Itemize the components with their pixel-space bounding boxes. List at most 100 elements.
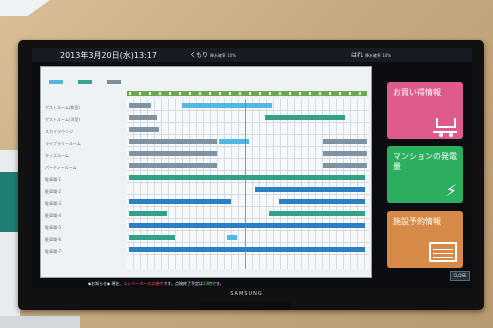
reservation-bar[interactable] — [129, 199, 231, 204]
current-time-line — [245, 99, 246, 269]
reservation-bar[interactable] — [279, 199, 365, 204]
timeline-tick — [169, 92, 171, 95]
reservation-bar[interactable] — [129, 235, 175, 240]
grid-line — [127, 230, 369, 231]
time-ruler — [127, 91, 367, 96]
grid-line — [127, 134, 369, 135]
grid-line — [127, 242, 369, 243]
timeline-tick — [189, 92, 191, 95]
timeline-tick — [199, 92, 201, 95]
reservation-bar[interactable] — [129, 103, 151, 108]
row-label-kids: キッズルーム — [45, 153, 69, 158]
timeline-tick — [239, 92, 241, 95]
notice-middle: です。点検終了予定は — [163, 281, 203, 286]
timeline-tick — [159, 92, 161, 95]
notice-prefix: ◆お知らせ◆ 現在、 — [88, 281, 124, 286]
row-label-parking-2: 駐車場-2 — [45, 189, 61, 194]
grid-line — [127, 194, 369, 195]
reservation-bar[interactable] — [323, 163, 367, 168]
row-label-sky-lounge: スカイラウンジ — [45, 129, 73, 134]
row-label-parking-6: 駐車場-6 — [45, 237, 61, 242]
grid-line — [127, 158, 369, 159]
timeline-tick — [349, 92, 351, 95]
timeline-tick — [329, 92, 331, 95]
grid-line — [127, 206, 369, 207]
bottom-background-strip — [0, 316, 80, 328]
reservation-bar[interactable] — [323, 151, 367, 156]
reservation-bar[interactable] — [129, 127, 159, 132]
display-bezel-bottom — [200, 301, 290, 310]
shopping-info-tile[interactable]: お買い得情報 — [387, 82, 463, 139]
timeline-tick — [319, 92, 321, 95]
reservation-bar[interactable] — [269, 211, 365, 216]
shopping-info-label: お買い得情報 — [393, 88, 441, 97]
timeline-tick — [309, 92, 311, 95]
row-label-parking-5: 駐車場-5 — [45, 225, 61, 230]
reservation-bar[interactable] — [129, 223, 365, 228]
timeline-tick — [339, 92, 341, 95]
grid-line — [127, 110, 369, 111]
timeline-tick — [269, 92, 271, 95]
notice-time: 13時 — [202, 281, 213, 286]
date-time: 2013年3月20日(水)13:17 — [60, 51, 157, 60]
reservation-bar[interactable] — [129, 115, 157, 120]
notice-suffix: です。 — [212, 281, 224, 286]
power-generation-tile[interactable]: マンションの発電量 — [387, 146, 463, 203]
schedule-grid — [127, 99, 369, 269]
reservation-bar[interactable] — [129, 175, 365, 180]
power-generation-label: マンションの発電量 — [393, 152, 457, 171]
row-label-parking-3: 駐車場-3 — [45, 201, 61, 206]
grid-line — [127, 218, 369, 219]
notice-ticker: ◆お知らせ◆ 現在、エレベーターの点検中です。点検終了予定は13時です。 — [88, 280, 388, 288]
reservation-bar[interactable] — [129, 139, 217, 144]
grid-line — [127, 254, 369, 255]
weather-left-precip: 降水確率 10% — [209, 53, 237, 58]
legend-gray — [107, 79, 122, 84]
legend-teal — [78, 79, 93, 84]
weather-left-label: くもり — [190, 52, 209, 59]
row-label-guest-western: ゲストルーム(洋室) — [45, 117, 81, 122]
timeline-tick — [359, 92, 361, 95]
reservation-bar[interactable] — [323, 139, 367, 144]
notice-highlight: エレベーターの点検中 — [123, 281, 164, 286]
grid-line — [127, 122, 369, 123]
timeline-tick — [229, 92, 231, 95]
cart-icon — [433, 115, 457, 137]
row-label-parking-1: 駐車場-1 — [45, 177, 61, 182]
timeline-tick — [299, 92, 301, 95]
row-label-library: ライブラリールーム — [45, 141, 81, 146]
reservation-bar[interactable] — [129, 151, 217, 156]
status-bar: 2013年3月20日(水)13:17 くもり 降水確率 10% はれ 降水確率 … — [32, 48, 472, 62]
weather-right: はれ 降水確率 10% — [351, 50, 391, 59]
grid-line — [127, 146, 369, 147]
calendar-icon — [429, 242, 457, 262]
left-background-object — [0, 150, 20, 328]
weather-right-label: はれ — [351, 52, 364, 59]
reservation-info-tile[interactable]: 施設予約情報 — [387, 211, 463, 268]
row-label-party: パーティールーム — [45, 165, 77, 170]
timeline-tick — [179, 92, 181, 95]
brand-label: SAMSUNG — [230, 291, 263, 297]
reservation-bar[interactable] — [129, 211, 167, 216]
reservation-schedule-panel: ゲストルーム(和室) ゲストルーム(洋室) スカイラウンジ ライブラリールーム … — [40, 66, 372, 278]
reservation-bar[interactable] — [182, 103, 272, 108]
reservation-bar[interactable] — [227, 235, 237, 240]
reservation-bar[interactable] — [129, 163, 217, 168]
grid-line — [127, 182, 369, 183]
timeline-tick — [279, 92, 281, 95]
grid-line — [127, 170, 369, 171]
row-label-guest-japanese: ゲストルーム(和室) — [45, 105, 81, 110]
row-label-parking-7: 駐車場-7 — [45, 249, 61, 254]
reservation-bar[interactable] — [265, 115, 345, 120]
reservation-bar[interactable] — [255, 187, 365, 192]
weather-right-precip: 降水確率 10% — [364, 53, 392, 58]
timeline-tick — [249, 92, 251, 95]
reservation-bar[interactable] — [129, 247, 365, 252]
timeline-tick — [219, 92, 221, 95]
legend-blue — [49, 79, 63, 84]
lightning-icon — [433, 181, 457, 199]
timeline-tick — [209, 92, 211, 95]
reservation-info-label: 施設予約情報 — [393, 217, 441, 226]
close-button[interactable]: CLOSE — [450, 271, 470, 281]
timeline-tick — [149, 92, 151, 95]
